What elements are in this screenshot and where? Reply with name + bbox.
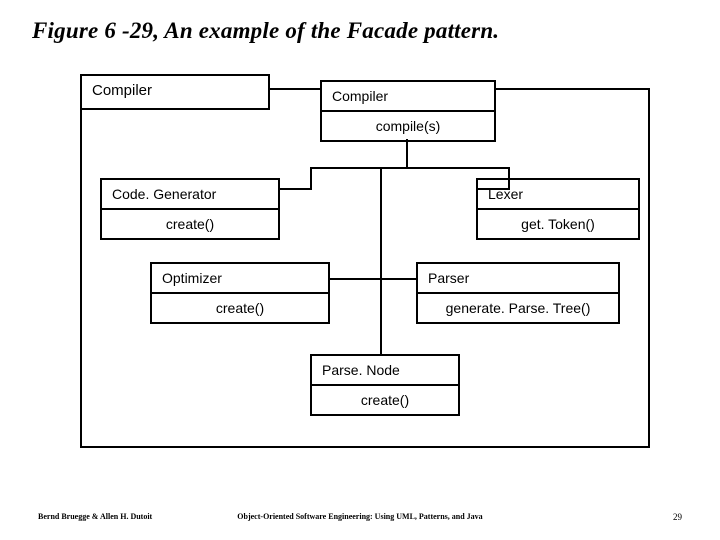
footer-booktitle: Object-Oriented Software Engineering: Us… <box>0 512 720 521</box>
class-parser: Parser generate. Parse. Tree() <box>416 262 620 324</box>
slide: Figure 6 -29, An example of the Facade p… <box>0 0 720 540</box>
connector-to-codegen-v <box>310 167 312 190</box>
class-lexer-op: get. Token() <box>478 210 638 238</box>
class-compiler: Compiler compile(s) <box>320 80 496 142</box>
class-optimizer: Optimizer create() <box>150 262 330 324</box>
class-parser-name: Parser <box>418 264 618 294</box>
connector-compiler-stem <box>406 139 408 169</box>
package-tab: Compiler <box>80 74 270 110</box>
class-optimizer-op: create() <box>152 294 328 322</box>
class-compiler-name: Compiler <box>322 82 494 112</box>
connector-to-lexer-h <box>476 188 510 190</box>
class-lexer-name: Lexer <box>478 180 638 210</box>
class-compiler-op: compile(s) <box>322 112 494 140</box>
connector-to-parser <box>380 278 418 280</box>
connector-to-lexer-v <box>508 167 510 190</box>
connector-to-optimizer <box>330 278 382 280</box>
class-parsenode-op: create() <box>312 386 458 414</box>
connector-to-codegen-h <box>280 188 312 190</box>
class-parsenode: Parse. Node create() <box>310 354 460 416</box>
class-codegen-name: Code. Generator <box>102 180 278 210</box>
connector-bus <box>310 167 510 169</box>
class-parsenode-name: Parse. Node <box>312 356 458 386</box>
footer-pagenum: 29 <box>673 512 682 522</box>
class-codegen: Code. Generator create() <box>100 178 280 240</box>
class-parser-op: generate. Parse. Tree() <box>418 294 618 322</box>
class-optimizer-name: Optimizer <box>152 264 328 294</box>
figure-title: Figure 6 -29, An example of the Facade p… <box>32 18 499 44</box>
connector-central <box>380 167 382 356</box>
class-codegen-op: create() <box>102 210 278 238</box>
